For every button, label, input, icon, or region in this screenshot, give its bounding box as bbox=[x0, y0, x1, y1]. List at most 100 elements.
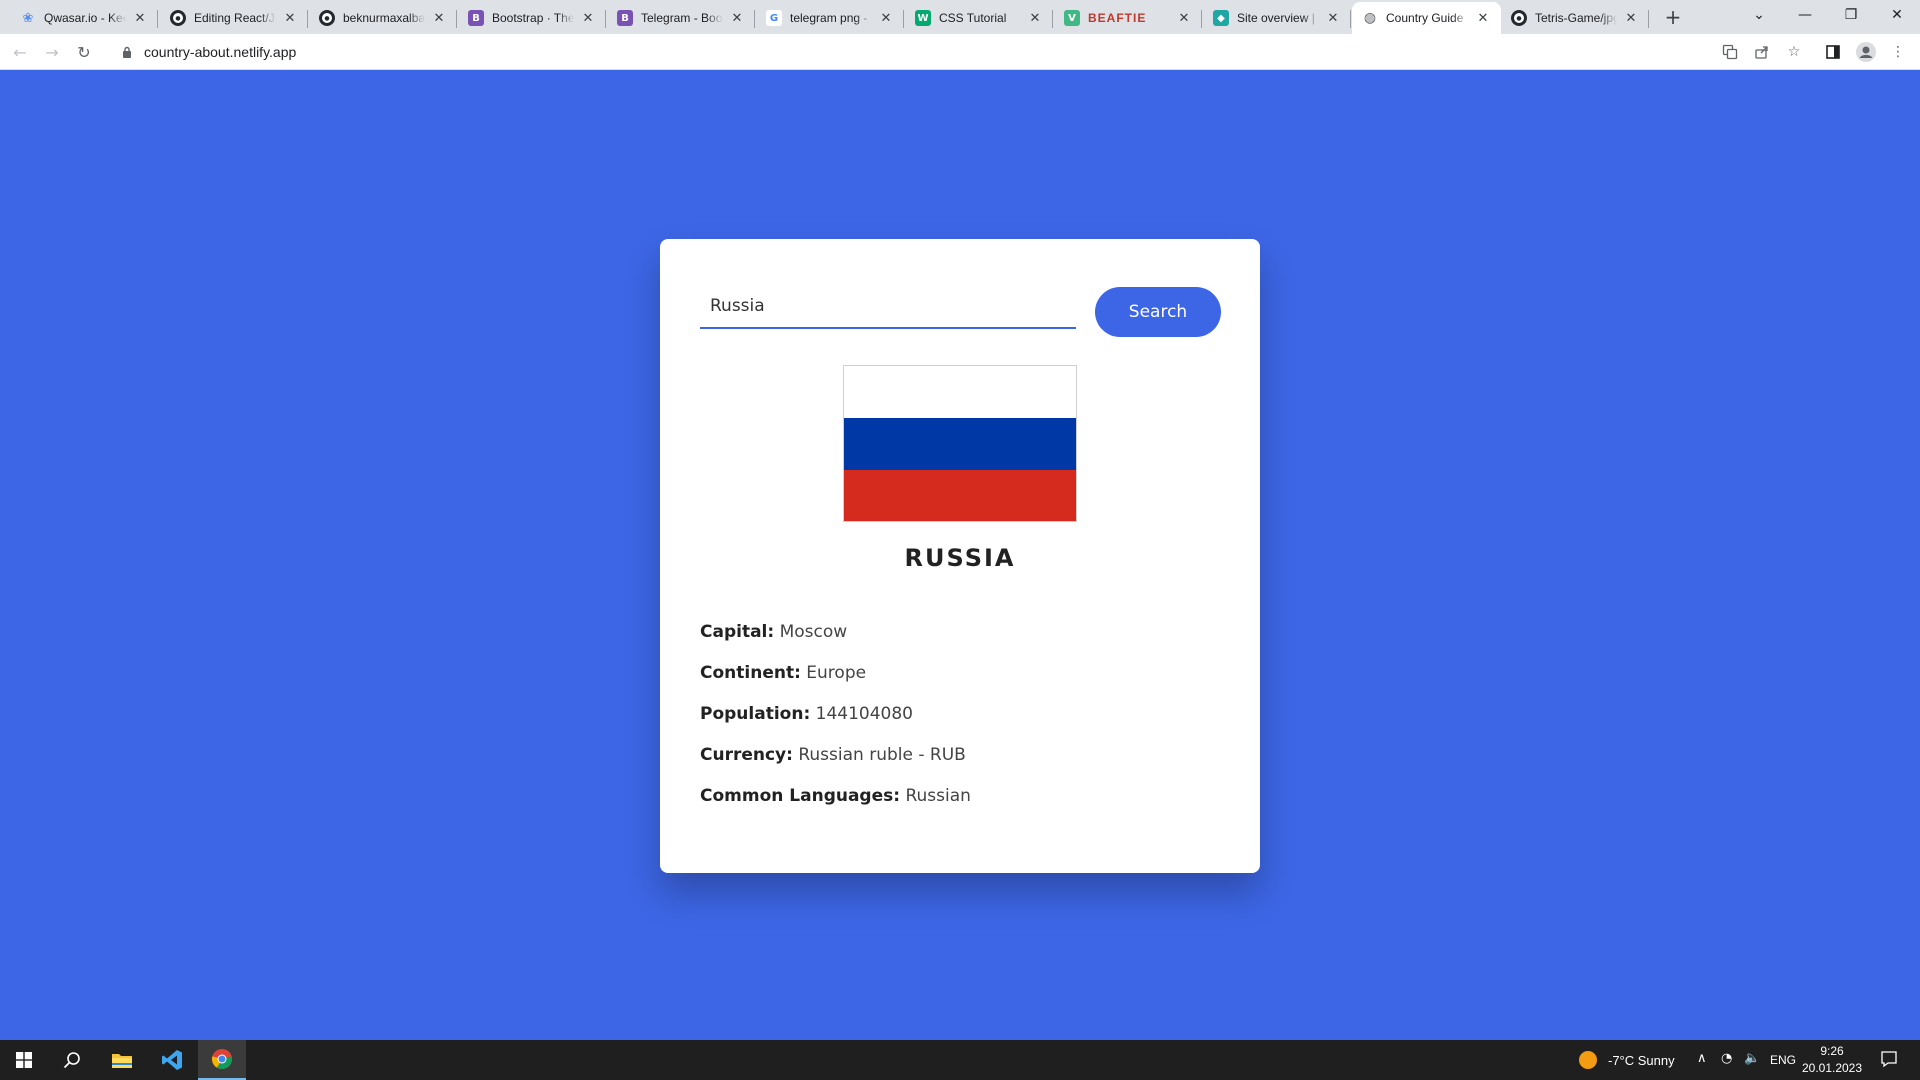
lock-icon[interactable] bbox=[120, 45, 134, 59]
flag-stripe-red bbox=[844, 470, 1076, 521]
tab-close-icon[interactable]: ✕ bbox=[1325, 10, 1341, 26]
weather-sun-icon[interactable] bbox=[1578, 1050, 1598, 1074]
tab-1[interactable]: ❀ Qwasar.io - Keep ✕ bbox=[10, 2, 158, 34]
tab-close-icon[interactable]: ✕ bbox=[729, 10, 745, 26]
network-icon[interactable]: ◔ bbox=[1721, 1051, 1732, 1066]
side-panel-icon[interactable] bbox=[1823, 42, 1843, 62]
chevron-up-icon[interactable]: ∧ bbox=[1697, 1051, 1707, 1066]
bootstrap-icon: B bbox=[617, 10, 633, 26]
new-tab-button[interactable]: + bbox=[1662, 6, 1684, 28]
tab-close-icon[interactable]: ✕ bbox=[282, 10, 298, 26]
notification-center-icon[interactable] bbox=[1880, 1050, 1898, 1072]
tab-separator bbox=[605, 10, 606, 28]
tab-close-icon[interactable]: ✕ bbox=[580, 10, 596, 26]
minimize-icon[interactable]: — bbox=[1782, 0, 1828, 30]
info-value: Russian bbox=[905, 786, 971, 806]
tab-title: CSS Tutorial bbox=[939, 11, 1007, 25]
tab-close-icon[interactable]: ✕ bbox=[132, 10, 148, 26]
tab-title: telegram png - bbox=[790, 11, 868, 25]
netlify-icon: ◆ bbox=[1213, 10, 1229, 26]
google-icon: G bbox=[766, 10, 782, 26]
info-label: Capital: bbox=[700, 622, 775, 642]
tab-separator bbox=[754, 10, 755, 28]
windows-start-icon[interactable] bbox=[0, 1040, 48, 1080]
tab-10[interactable]: ◍ Country Guide ✕ bbox=[1352, 2, 1501, 34]
search-icon[interactable] bbox=[48, 1040, 96, 1080]
info-population: Population: 144104080 bbox=[700, 703, 1220, 725]
github-icon: ● bbox=[319, 10, 335, 26]
chrome-icon[interactable] bbox=[198, 1040, 246, 1080]
country-search-input[interactable] bbox=[700, 285, 1076, 329]
weather-text[interactable]: -7°C Sunny bbox=[1608, 1053, 1675, 1068]
tab-close-icon[interactable]: ✕ bbox=[1623, 10, 1639, 26]
tab-close-icon[interactable]: ✕ bbox=[1475, 10, 1491, 26]
tab-close-icon[interactable]: ✕ bbox=[1027, 10, 1043, 26]
info-languages: Common Languages: Russian bbox=[700, 785, 1220, 807]
file-explorer-icon[interactable] bbox=[98, 1040, 146, 1080]
share-icon[interactable] bbox=[1752, 42, 1772, 62]
tab-title: BEAFTIE bbox=[1088, 11, 1147, 25]
clock[interactable]: 9:26 20.01.2023 bbox=[1800, 1043, 1864, 1077]
tab-title: Editing React/JS bbox=[194, 11, 276, 25]
tab-separator bbox=[1648, 10, 1649, 28]
tab-8[interactable]: V BEAFTIE ✕ bbox=[1054, 2, 1202, 34]
tab-title: beknurmaxalbay bbox=[343, 11, 425, 25]
qwasar-icon: ❀ bbox=[22, 10, 34, 26]
info-label: Currency: bbox=[700, 745, 793, 765]
info-value: 144104080 bbox=[815, 704, 913, 724]
translate-icon[interactable] bbox=[1720, 42, 1740, 62]
bookmark-star-icon[interactable]: ☆ bbox=[1784, 42, 1804, 62]
info-label: Population: bbox=[700, 704, 811, 724]
restore-icon[interactable]: ❐ bbox=[1828, 0, 1874, 30]
info-label: Common Languages: bbox=[700, 786, 901, 806]
language-indicator[interactable]: ENG bbox=[1770, 1053, 1796, 1067]
kebab-menu-icon[interactable]: ⋮ bbox=[1888, 42, 1908, 62]
tab-4[interactable]: B Bootstrap · The ✕ bbox=[458, 2, 606, 34]
github-icon: ● bbox=[170, 10, 186, 26]
bootstrap-icon: B bbox=[468, 10, 484, 26]
tab-6[interactable]: Gtelegram png - ✕ bbox=[756, 2, 904, 34]
address-bar[interactable]: country-about.netlify.app bbox=[108, 37, 1788, 67]
windows-taskbar: -7°C Sunny ∧ ◔ 🔈 ENG 9:26 20.01.2023 bbox=[0, 1040, 1920, 1080]
info-continent: Continent: Europe bbox=[700, 662, 1220, 684]
tab-title: Qwasar.io - Keep bbox=[44, 11, 126, 25]
tab-close-icon[interactable]: ✕ bbox=[878, 10, 894, 26]
tab-separator bbox=[1350, 10, 1351, 28]
info-value: Russian ruble - RUB bbox=[798, 745, 966, 765]
tab-5[interactable]: B Telegram - Boot ✕ bbox=[607, 2, 755, 34]
info-value: Moscow bbox=[779, 622, 848, 642]
clock-time: 9:26 bbox=[1820, 1044, 1844, 1058]
tab-separator bbox=[903, 10, 904, 28]
tab-title: Site overview | d bbox=[1237, 11, 1319, 25]
tab-strip: ❀ Qwasar.io - Keep ✕ ● Editing React/JS ✕ ● bek… bbox=[0, 0, 1920, 34]
tab-close-icon[interactable]: ✕ bbox=[431, 10, 447, 26]
tab-title: Bootstrap · The bbox=[492, 11, 574, 25]
forward-arrow-icon[interactable]: → bbox=[40, 40, 64, 64]
tab-2[interactable]: ● Editing React/JS ✕ bbox=[160, 2, 308, 34]
info-currency: Currency: Russian ruble - RUB bbox=[700, 744, 1220, 766]
profile-avatar-icon[interactable] bbox=[1856, 42, 1876, 62]
country-info-list: Capital: Moscow Continent: Europe Popula… bbox=[700, 621, 1220, 826]
tab-3[interactable]: ● beknurmaxalbay ✕ bbox=[309, 2, 457, 34]
tab-separator bbox=[157, 10, 158, 28]
volume-icon[interactable]: 🔈 bbox=[1744, 1051, 1760, 1066]
tab-close-icon[interactable]: ✕ bbox=[1176, 10, 1192, 26]
tab-title: Country Guide bbox=[1386, 11, 1464, 25]
close-window-icon[interactable]: ✕ bbox=[1874, 0, 1920, 30]
back-arrow-icon[interactable]: ← bbox=[8, 40, 32, 64]
reload-icon[interactable]: ↻ bbox=[72, 40, 96, 64]
search-button[interactable]: Search bbox=[1095, 287, 1221, 337]
flag-stripe-white bbox=[844, 366, 1076, 418]
vscode-icon[interactable] bbox=[148, 1040, 196, 1080]
tab-title: Tetris-Game/jpg bbox=[1535, 11, 1617, 25]
tab-search-chevron-icon[interactable]: ⌄ bbox=[1736, 0, 1782, 30]
tab-11[interactable]: ● Tetris-Game/jpg ✕ bbox=[1501, 2, 1649, 34]
tab-9[interactable]: ◆ Site overview | d ✕ bbox=[1203, 2, 1351, 34]
info-capital: Capital: Moscow bbox=[700, 621, 1220, 643]
tab-title: Telegram - Boot bbox=[641, 11, 723, 25]
globe-icon: ◍ bbox=[1363, 10, 1377, 26]
flag-stripe-blue bbox=[844, 418, 1076, 470]
tab-separator bbox=[456, 10, 457, 28]
info-value: Europe bbox=[806, 663, 867, 683]
tab-7[interactable]: W CSS Tutorial ✕ bbox=[905, 2, 1053, 34]
